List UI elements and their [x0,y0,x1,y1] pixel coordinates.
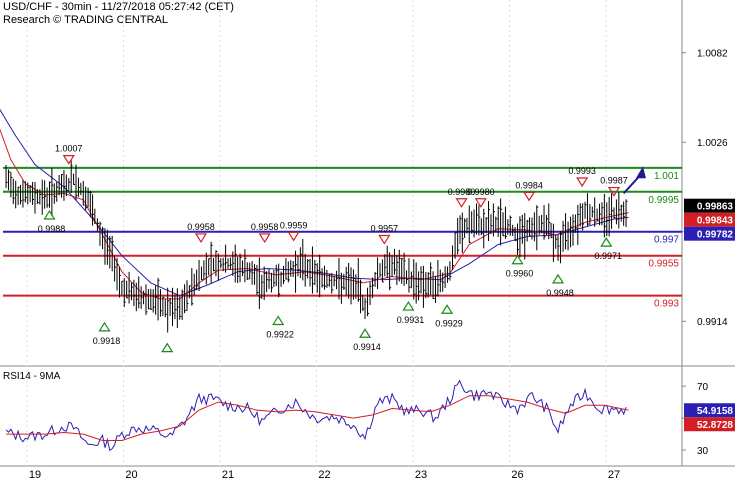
day-tick-label: 22 [318,469,330,480]
high-marker-icon [378,234,391,245]
low-value-label: 0.9929 [435,318,463,328]
level-label-resistance: 1.001 [654,171,679,182]
low-value-label: 0.9922 [266,329,294,339]
high-marker-icon [258,233,271,244]
low-marker-icon [511,254,524,265]
rsi-tick-label: 70 [697,382,709,393]
low-value-label: 0.9931 [397,315,425,325]
low-marker-icon [161,342,174,353]
high-value-label: 0.9957 [371,224,399,234]
low-value-label: 0.9918 [93,336,121,346]
low-marker-icon [358,328,372,338]
high-marker-icon [194,233,208,244]
price-tick-label: 1.0026 [697,138,728,149]
level-label-resistance: 0.9995 [648,195,679,206]
level-label-support: 0.9955 [648,259,679,270]
low-value-label: 0.9960 [506,269,534,279]
low-value-label: 0.9914 [353,342,381,352]
high-value-label: 1.0007 [55,144,83,154]
price-tag-label: 0.99843 [697,216,734,227]
price-tag-label: 0.99863 [697,202,734,213]
low-marker-icon [98,321,111,332]
price-tick-label: 0.9914 [697,317,728,328]
level-label-support: 0.993 [654,299,679,310]
high-marker-icon [522,191,536,202]
high-value-label: 0.9959 [280,220,308,230]
high-marker-icon [287,231,300,242]
low-marker-icon [402,300,415,311]
high-value-label: 0.9993 [568,166,596,176]
high-value-label: 0.9987 [600,176,628,186]
day-tick-label: 26 [511,469,523,480]
day-tick-label: 23 [415,469,427,480]
low-value-label: 0.9988 [38,224,66,234]
ma-slow-line [0,108,629,297]
high-value-label: 0.9958 [251,222,279,232]
high-marker-icon [455,198,468,208]
price-chart: 1.00821.00260.99700.9914192021222326271.… [0,0,735,480]
high-value-label: 0.9958 [187,222,215,232]
high-marker-icon [474,198,487,208]
low-marker-icon [440,304,454,314]
high-value-label: 0.9980 [467,187,495,197]
rsi-tag-label: 52.8728 [697,420,734,431]
low-marker-icon [272,315,285,326]
rsi-tag-label: 54.9158 [697,406,734,417]
price-tag-label: 0.99782 [697,230,734,241]
high-marker-icon [62,155,75,165]
low-marker-icon [600,237,613,247]
day-tick-label: 20 [125,469,137,480]
level-label-pivot: 0.997 [654,235,679,246]
low-value-label: 0.9971 [595,251,623,261]
low-value-label: 0.9948 [546,288,574,298]
price-tick-label: 1.0082 [697,49,728,60]
day-tick-label: 27 [608,469,620,480]
day-tick-label: 21 [222,469,234,480]
high-marker-icon [576,177,589,188]
rsi-title: RSI14 - 9MA [3,371,61,382]
day-tick-label: 19 [29,469,41,480]
rsi-tick-label: 30 [697,446,709,457]
high-value-label: 0.9984 [515,180,543,190]
low-marker-icon [43,209,56,220]
rsi-ma-line [6,395,629,441]
low-marker-icon [551,273,565,284]
